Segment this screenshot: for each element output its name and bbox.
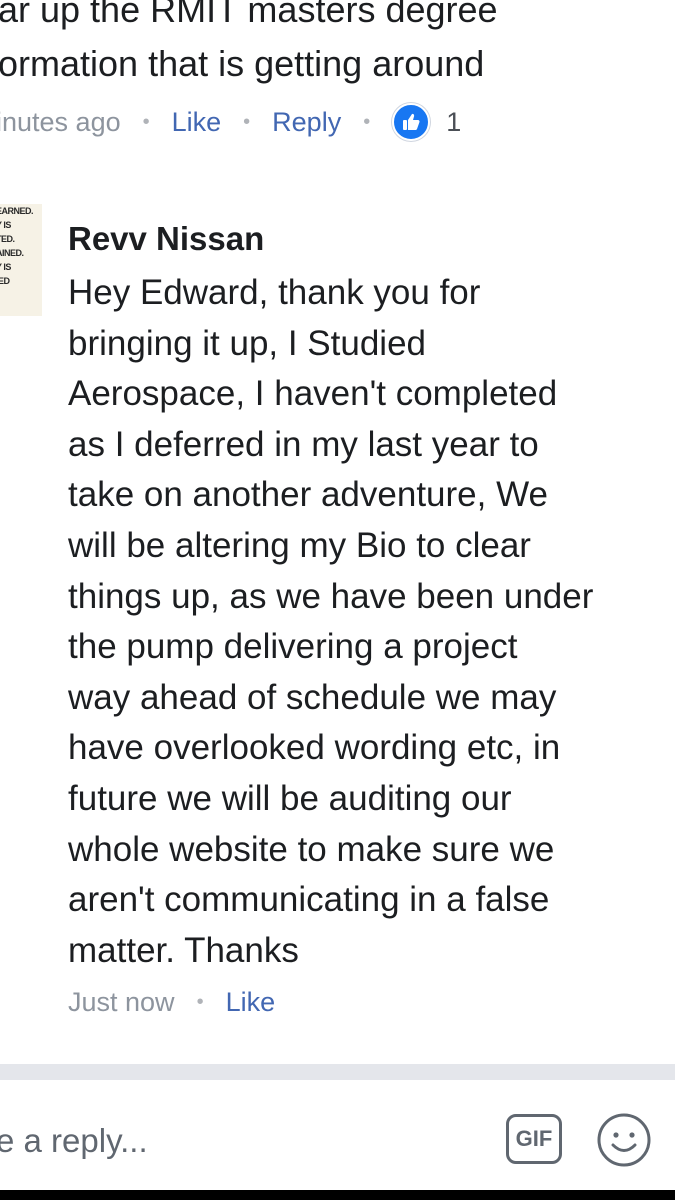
divider xyxy=(0,1064,675,1080)
reply-actions: Just now • Like xyxy=(68,980,275,1024)
reply-link[interactable]: Reply xyxy=(272,107,341,138)
reply-composer: e a reply... GIF xyxy=(0,1080,675,1190)
reply-text-line: aren't communicating in a false xyxy=(68,880,550,920)
avatar[interactable]: EARNED. Y IS TED. AINED. Y IS IED xyxy=(0,204,42,316)
like-link[interactable]: Like xyxy=(172,107,222,138)
avatar-text: Y IS xyxy=(0,220,11,230)
avatar-text: TED. xyxy=(0,234,15,244)
like-link[interactable]: Like xyxy=(226,987,276,1018)
gif-button[interactable]: GIF xyxy=(506,1114,562,1164)
avatar-text: IED xyxy=(0,276,10,286)
reply-text-line: future we will be auditing our xyxy=(68,778,512,818)
comment-timestamp: inutes ago xyxy=(0,106,121,137)
smiley-icon[interactable] xyxy=(596,1112,652,1168)
thumbs-up-icon[interactable] xyxy=(392,103,431,141)
reply-text-line: have overlooked wording etc, in xyxy=(68,728,561,768)
separator-dot: • xyxy=(142,110,150,133)
avatar-text: AINED. xyxy=(0,248,24,258)
reply-text-line: as I deferred in my last year to xyxy=(68,424,539,464)
reply-body: Hey Edward, thank you for bringing it up… xyxy=(68,268,668,976)
avatar-text: Y IS xyxy=(0,262,11,272)
previous-comment-text-line: ormation that is getting around xyxy=(0,43,485,84)
reply-text-line: bringing it up, I Studied xyxy=(68,323,427,363)
avatar-text: EARNED. xyxy=(0,206,34,216)
previous-comment-text-line: ar up the RMIT masters degree xyxy=(0,0,498,30)
separator-dot: • xyxy=(196,990,204,1013)
reply-text-line: Hey Edward, thank you for xyxy=(68,273,481,312)
reaction-count[interactable]: 1 xyxy=(446,107,461,138)
reply-text-line: take on another adventure, We xyxy=(68,475,548,515)
reply-text-line: whole website to make sure we xyxy=(68,829,555,869)
screen-bottom-edge xyxy=(0,1190,675,1200)
reply-text-line: things up, as we have been under xyxy=(68,576,594,616)
reply-author-name[interactable]: Revv Nissan xyxy=(68,220,264,258)
reply-text-line: will be altering my Bio to clear xyxy=(68,525,531,565)
reply-input[interactable]: e a reply... xyxy=(0,1122,148,1160)
reply-text-line: the pump delivering a project xyxy=(68,627,518,667)
separator-dot: • xyxy=(243,110,251,133)
previous-comment-actions: inutes ago • Like • Reply • 1 xyxy=(0,100,461,144)
reply-text-line: matter. Thanks xyxy=(68,930,299,970)
reply-text-line: way ahead of schedule we may xyxy=(68,677,557,717)
reply-timestamp: Just now xyxy=(68,986,175,1017)
reply-text-line: Aerospace, I haven't completed xyxy=(68,374,558,414)
separator-dot: • xyxy=(363,110,371,133)
